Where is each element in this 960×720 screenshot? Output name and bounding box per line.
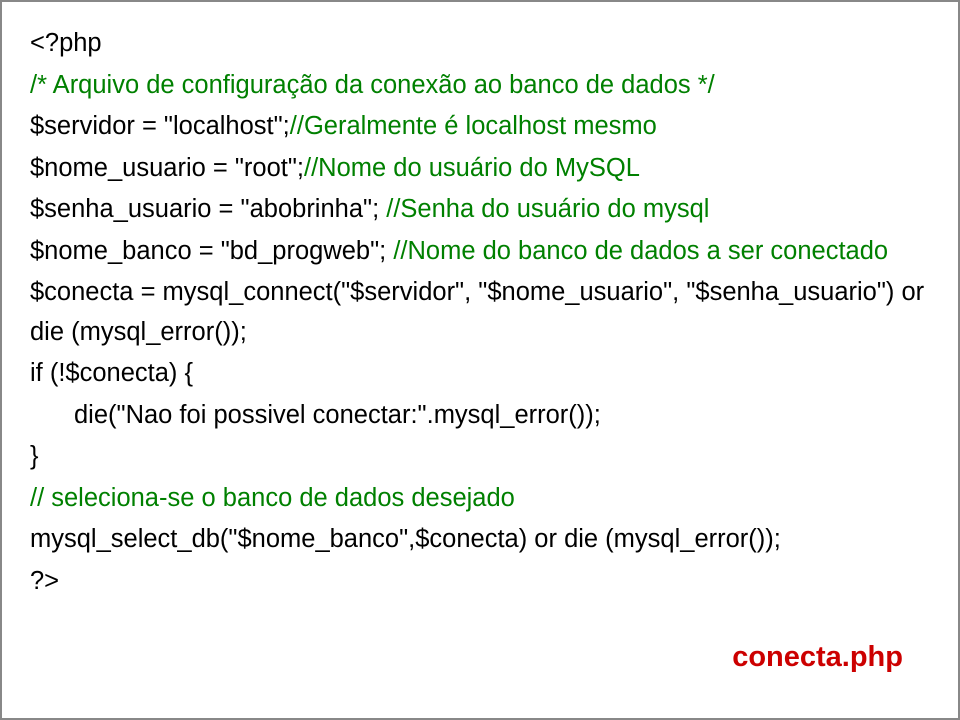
- code-block: <?php /* Arquivo de configuração da cone…: [30, 24, 930, 601]
- code-line: if (!$conecta) {: [30, 354, 930, 394]
- code-comment: //Nome do usuário do MySQL: [304, 154, 640, 182]
- code-line: $nome_usuario = "root";//Nome do usuário…: [30, 149, 930, 189]
- code-comment: //Geralmente é localhost mesmo: [290, 112, 657, 140]
- code-comment: //Senha do usuário do mysql: [386, 195, 709, 223]
- code-line: $nome_banco = "bd_progweb"; //Nome do ba…: [30, 232, 930, 272]
- code-text: $senha_usuario = "abobrinha";: [30, 195, 386, 223]
- code-line: $senha_usuario = "abobrinha"; //Senha do…: [30, 190, 930, 230]
- code-line: }: [30, 437, 930, 477]
- code-line: $servidor = "localhost";//Geralmente é l…: [30, 107, 930, 147]
- code-line: die("Nao foi possivel conectar:".mysql_e…: [30, 396, 930, 436]
- code-comment: //Nome do banco de dados a ser conectado: [393, 237, 888, 265]
- code-comment: /* Arquivo de configuração da conexão ao…: [30, 66, 930, 106]
- code-text: $servidor = "localhost";: [30, 112, 290, 140]
- code-line: <?php: [30, 24, 930, 64]
- code-line: ?>: [30, 562, 930, 602]
- code-text: $nome_usuario = "root";: [30, 154, 304, 182]
- code-comment: // seleciona-se o banco de dados desejad…: [30, 479, 930, 519]
- filename-label: conecta.php: [732, 635, 903, 680]
- code-line: $conecta = mysql_connect("$servidor", "$…: [30, 273, 930, 352]
- code-text: $nome_banco = "bd_progweb";: [30, 237, 393, 265]
- code-line: mysql_select_db("$nome_banco",$conecta) …: [30, 520, 930, 560]
